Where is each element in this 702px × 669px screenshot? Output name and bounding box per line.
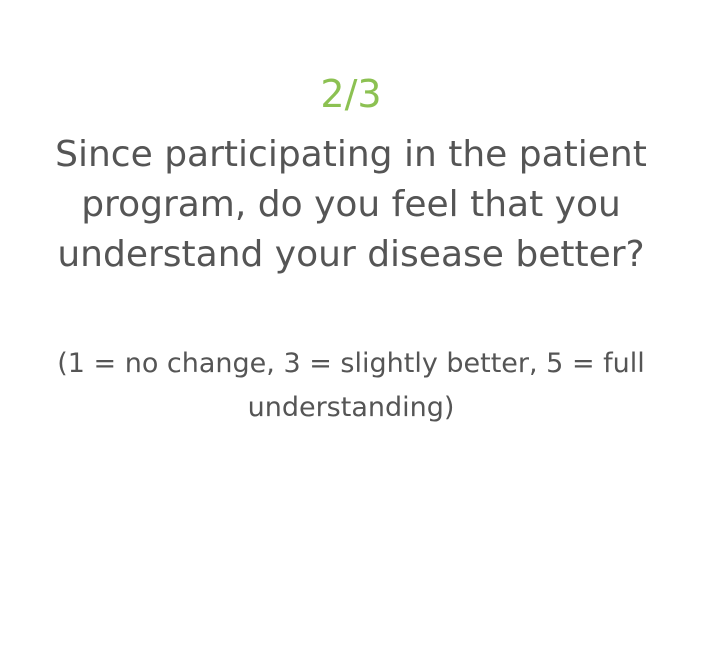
question-text: Since participating in the patient progr… [55, 134, 647, 275]
progress-indicator: 2/3 [320, 72, 382, 116]
survey-card: 2/3 Since participating in the patient p… [0, 0, 702, 669]
scale-hint: (1 = no change, 3 = slightly better, 5 =… [57, 348, 645, 423]
